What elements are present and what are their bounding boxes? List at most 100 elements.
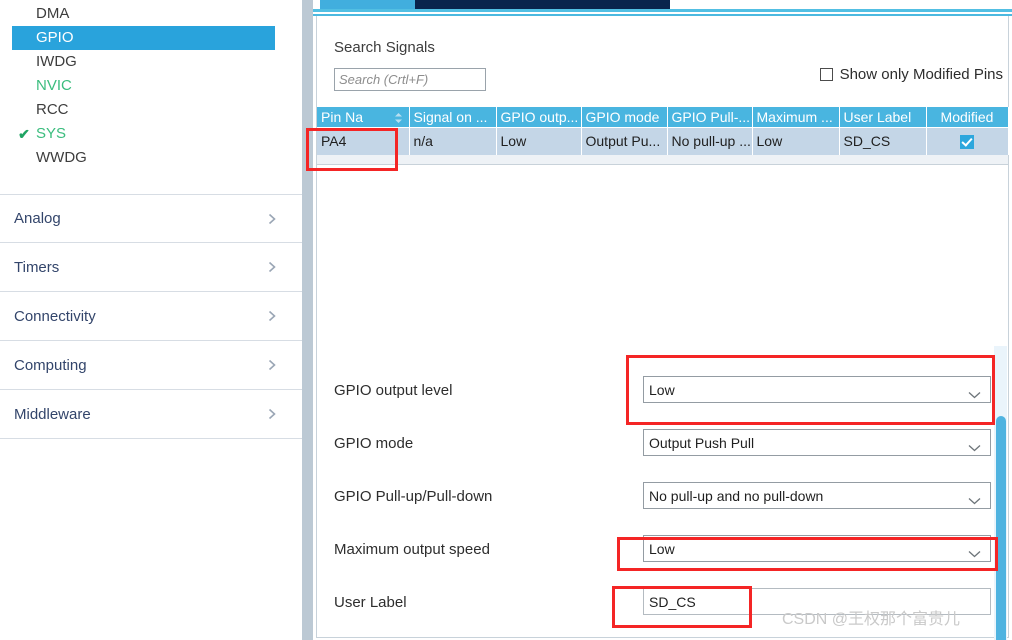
sidebar-item-rcc[interactable]: RCC (0, 98, 302, 122)
chevron-right-icon (266, 310, 278, 322)
column-header-7[interactable]: Modified (926, 107, 1009, 128)
chevron-right-icon (266, 408, 278, 420)
search-input[interactable] (334, 68, 486, 91)
sidebar-item-nvic[interactable]: NVIC (0, 74, 302, 98)
column-header-label: Maximum ... (756, 108, 833, 125)
category-label: Analog (14, 210, 61, 227)
table-empty-area (317, 155, 1008, 165)
form-row-maximum-output-speed: Maximum output speed Low (317, 527, 1008, 580)
sidebar-item-dma[interactable]: DMA (0, 2, 302, 26)
sidebar-item-iwdg[interactable]: IWDG (0, 50, 302, 74)
chevron-right-icon (266, 213, 278, 225)
chevron-down-icon[interactable] (968, 545, 981, 557)
column-header-2[interactable]: GPIO outp... (496, 107, 582, 128)
column-header-0[interactable]: Pin Na (317, 107, 410, 128)
sidebar-item-label: IWDG (36, 53, 77, 70)
search-signals-label: Search Signals (334, 39, 435, 56)
form-row-gpio-mode: GPIO mode Output Push Pull (317, 421, 1008, 474)
sidebar-item-label: GPIO (36, 29, 74, 46)
gpio-mode-label: GPIO mode (334, 435, 414, 452)
column-header-label: GPIO mode (585, 108, 660, 125)
sidebar-item-wwdg[interactable]: WWDG (0, 146, 302, 170)
gpio-panel: Search Signals Show only Modified Pins P… (316, 16, 1009, 640)
maximum-output-speed-value: Low (649, 540, 675, 557)
show-modified-pins-checkbox[interactable] (819, 68, 833, 81)
chevron-down-icon[interactable] (968, 439, 981, 451)
cell-modified[interactable] (926, 127, 1009, 155)
user-label-label: User Label (334, 594, 407, 611)
category-middleware[interactable]: Middleware (0, 390, 302, 439)
chevron-down-icon[interactable] (968, 386, 981, 398)
column-header-5[interactable]: Maximum ... (752, 107, 840, 128)
gpio-output-level-value: Low (649, 381, 675, 398)
pane-splitter[interactable] (302, 0, 313, 640)
cell-gpio-mode[interactable]: Output Pu... (581, 127, 668, 155)
show-modified-pins-label: Show only Modified Pins (839, 66, 1003, 83)
form-row-gpio-pull: GPIO Pull-up/Pull-down No pull-up and no … (317, 474, 1008, 527)
category-label: Middleware (14, 405, 91, 423)
gpio-pull-dropdown[interactable]: No pull-up and no pull-down (643, 482, 991, 509)
column-header-label: GPIO Pull-... (671, 108, 751, 125)
category-label: Connectivity (14, 307, 96, 325)
gpio-mode-value: Output Push Pull (649, 434, 755, 451)
vertical-scrollbar-thumb[interactable] (996, 416, 1006, 640)
column-header-label: Signal on ... (413, 108, 488, 125)
cell-user-label[interactable]: SD_CS (839, 127, 927, 155)
column-header-6[interactable]: User Label (839, 107, 927, 128)
chevron-down-icon[interactable] (968, 492, 981, 504)
pin-property-form: GPIO output level Low GPIO mode Output Push… (317, 368, 1008, 633)
column-header-4[interactable]: GPIO Pull-... (667, 107, 753, 128)
cell-maximum-speed[interactable]: Low (752, 127, 840, 155)
category-label: Timers (14, 258, 60, 276)
chevron-right-icon (266, 359, 278, 371)
cell-gpio-output-level[interactable]: Low (496, 127, 582, 155)
column-header-3[interactable]: GPIO mode (581, 107, 668, 128)
watermark: CSDN @王权那个富贵儿 (782, 611, 961, 628)
cell-gpio-pull[interactable]: No pull-up ... (667, 127, 753, 155)
sidebar-item-sys[interactable]: ✔ SYS (0, 122, 302, 146)
column-header-label: Modified (940, 108, 994, 125)
tab-strip (313, 0, 1012, 9)
show-modified-pins-filter[interactable]: Show only Modified Pins (819, 66, 1003, 83)
gpio-configuration-screen: DMA GPIO IWDG NVIC RCC ✔ SYS WWDG Analog Timers C… (0, 0, 1012, 640)
column-header-1[interactable]: Signal on ... (409, 107, 497, 128)
splitter-handle[interactable] (302, 0, 313, 640)
chevron-right-icon (266, 261, 278, 273)
sidebar-item-label: NVIC (36, 77, 72, 94)
tab-2[interactable] (415, 0, 500, 9)
sidebar-item-gpio[interactable]: GPIO (12, 26, 275, 50)
sidebar-item-label: DMA (36, 5, 70, 22)
tab-4[interactable] (582, 0, 670, 9)
tab-1[interactable] (320, 0, 415, 9)
user-label-value: SD_CS (649, 593, 696, 610)
category-list: Analog Timers Connectivity Computing Middlew… (0, 194, 302, 439)
category-connectivity[interactable]: Connectivity (0, 292, 302, 341)
gpio-pull-label: GPIO Pull-up/Pull-down (334, 488, 493, 505)
cell-pin-name[interactable]: PA4 (317, 127, 410, 155)
category-computing[interactable]: Computing (0, 341, 302, 390)
category-timers[interactable]: Timers (0, 243, 302, 292)
form-row-gpio-output-level: GPIO output level Low (317, 368, 1008, 421)
sort-indicator-icon[interactable] (394, 111, 403, 123)
column-header-label: User Label (843, 108, 912, 125)
table-body: PA4 n/a Low Output Pu... No pull-up ... Low SD… (317, 127, 1009, 155)
peripheral-list: DMA GPIO IWDG NVIC RCC ✔ SYS WWDG (0, 0, 302, 170)
peripherals-sidebar: DMA GPIO IWDG NVIC RCC ✔ SYS WWDG Analog Timers C… (0, 0, 302, 640)
sidebar-item-label: RCC (36, 101, 69, 118)
gpio-output-level-label: GPIO output level (334, 382, 453, 399)
sidebar-item-label: WWDG (36, 149, 87, 166)
table-row[interactable]: PA4 n/a Low Output Pu... No pull-up ... Low SD… (317, 127, 1009, 155)
category-label: Computing (14, 356, 87, 374)
table-header-row: Pin Na Signal on ... GPIO outp... GPIO mode… (317, 107, 1009, 128)
cell-signal-on-pin[interactable]: n/a (409, 127, 497, 155)
sidebar-item-label: SYS (36, 125, 67, 142)
gpio-mode-dropdown[interactable]: Output Push Pull (643, 429, 991, 456)
category-analog[interactable]: Analog (0, 194, 302, 243)
maximum-output-speed-dropdown[interactable]: Low (643, 535, 991, 562)
maximum-output-speed-label: Maximum output speed (334, 541, 490, 558)
modified-checkbox-checked[interactable] (960, 135, 974, 150)
gpio-pull-value: No pull-up and no pull-down (649, 487, 824, 504)
gpio-output-level-dropdown[interactable]: Low (643, 376, 991, 403)
configuration-pane: Search Signals Show only Modified Pins P… (313, 0, 1012, 640)
tab-3[interactable] (500, 0, 582, 9)
